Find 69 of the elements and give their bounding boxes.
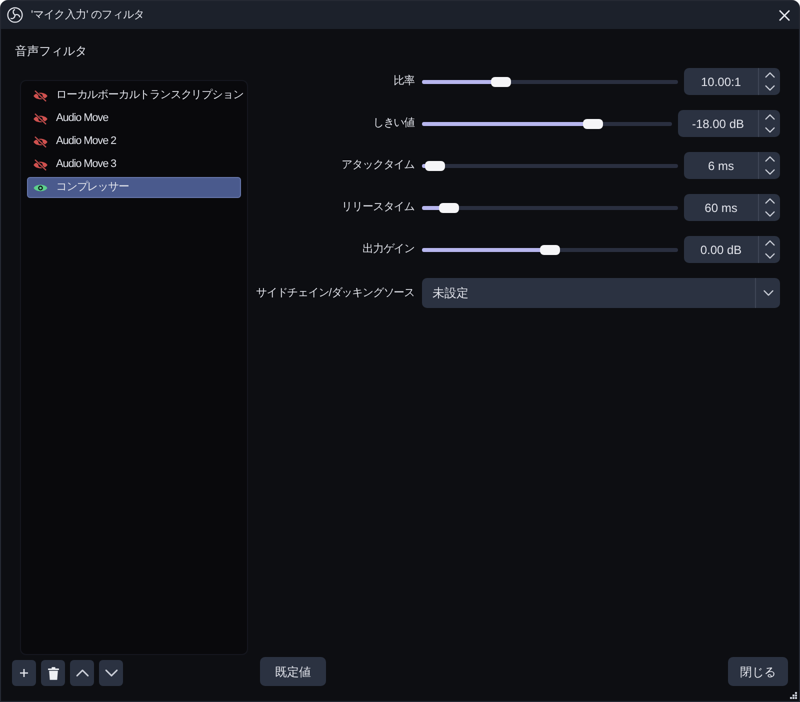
chevron-down-icon: [764, 85, 774, 92]
step-up-button[interactable]: [758, 68, 780, 82]
setting-label: リリースタイム: [342, 200, 414, 216]
value-field[interactable]: 10.00:1: [684, 68, 758, 95]
close-button[interactable]: [776, 7, 792, 23]
filter-list-item[interactable]: コンプレッサー: [27, 177, 241, 198]
setting-label: サイドチェイン/ダッキングソース: [256, 286, 414, 301]
setting-label: しきい値: [372, 116, 414, 132]
step-up-button[interactable]: [758, 110, 780, 124]
crossed-eye-icon[interactable]: [33, 158, 48, 170]
value-field[interactable]: 60 ms: [684, 194, 758, 221]
slider-thumb[interactable]: [438, 202, 459, 212]
slider[interactable]: [422, 202, 678, 212]
eye-icon[interactable]: [33, 182, 48, 192]
setting-label: アタックタイム: [342, 158, 414, 174]
filter-list-item[interactable]: Audio Move 2: [27, 131, 241, 152]
chevron-up-icon: [764, 240, 774, 246]
step-down-button[interactable]: [758, 82, 780, 95]
chevron-up-icon: [764, 114, 774, 120]
chevron-up-icon: [76, 669, 88, 677]
step-down-button[interactable]: [758, 208, 780, 221]
setting-label: 比率: [394, 74, 414, 90]
plus-icon: [20, 669, 28, 677]
filter-list-item[interactable]: Audio Move: [27, 108, 241, 129]
chevron-up-icon: [764, 198, 774, 204]
slider-thumb[interactable]: [540, 244, 560, 254]
chevron-down-icon: [764, 253, 774, 260]
slider[interactable]: [422, 118, 672, 128]
resize-grip-icon[interactable]: [790, 692, 797, 699]
close-dialog-button[interactable]: 閉じる: [728, 657, 788, 686]
setting-label: 出力ゲイン: [362, 242, 414, 258]
slider[interactable]: [422, 76, 678, 86]
slider[interactable]: [422, 160, 678, 170]
step-up-button[interactable]: [758, 236, 780, 250]
crossed-eye-icon[interactable]: [33, 112, 48, 124]
filter-list-item[interactable]: Audio Move 3: [27, 154, 241, 175]
add-button[interactable]: [12, 660, 36, 686]
logo-icon: [7, 7, 23, 23]
source-dropdown[interactable]: 未設定: [422, 278, 780, 308]
section-heading: 音声フィルタ: [15, 43, 87, 59]
step-down-button[interactable]: [758, 166, 780, 179]
close-icon: [778, 10, 790, 20]
chevron-down-icon: [764, 211, 774, 218]
step-down-button[interactable]: [758, 250, 780, 263]
slider-thumb[interactable]: [424, 160, 445, 170]
move-up-button[interactable]: [70, 660, 94, 686]
trash-icon: [48, 666, 58, 680]
filter-list-item[interactable]: ローカルボーカルトランスクリプション: [27, 85, 241, 106]
chevron-down-icon: [764, 127, 774, 134]
move-down-button[interactable]: [99, 660, 123, 686]
step-up-button[interactable]: [758, 194, 780, 208]
value-field[interactable]: -18.00 dB: [678, 110, 758, 137]
crossed-eye-icon[interactable]: [33, 136, 48, 148]
value-field[interactable]: 6 ms: [684, 152, 758, 179]
defaults-button[interactable]: 既定値: [260, 657, 326, 686]
value-field[interactable]: 0.00 dB: [684, 236, 758, 263]
chevron-up-icon: [764, 156, 774, 162]
chevron-down-icon: [104, 669, 118, 677]
slider-thumb[interactable]: [490, 76, 511, 86]
chevron-up-icon: [764, 72, 774, 78]
chevron-down-icon: [764, 169, 774, 176]
step-up-button[interactable]: [758, 152, 780, 166]
slider[interactable]: [422, 244, 678, 254]
caret-icon: [762, 290, 774, 296]
crossed-eye-icon[interactable]: [33, 90, 48, 102]
delete-button[interactable]: [41, 660, 65, 686]
slider-thumb[interactable]: [583, 118, 604, 128]
window-title: 'マイク入力' のフィルタ: [31, 8, 144, 23]
step-down-button[interactable]: [758, 124, 780, 137]
